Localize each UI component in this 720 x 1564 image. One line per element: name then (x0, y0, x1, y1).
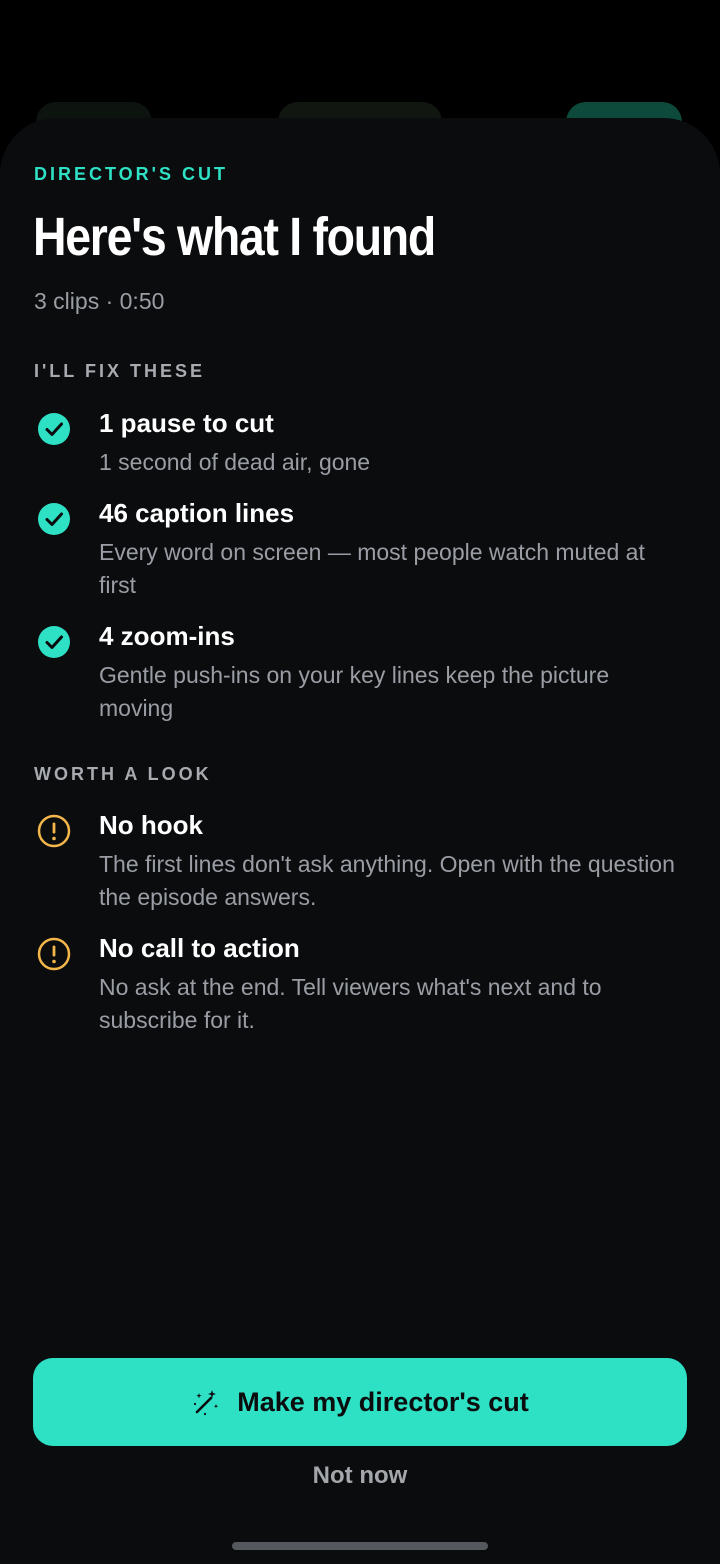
bottom-sheet: DIRECTOR'S CUT Here's what I found 3 cli… (0, 118, 720, 1564)
home-indicator (232, 1542, 488, 1550)
make-directors-cut-button[interactable]: Make my director's cut (33, 1358, 687, 1446)
page-title: Here's what I found (33, 207, 436, 267)
clip-summary: 3 clips · 0:50 (34, 288, 165, 314)
item-title: No call to action (99, 933, 300, 963)
item-title: No hook (99, 810, 203, 840)
section-label-look: WORTH A LOOK (34, 764, 212, 784)
item-description: The first lines don't ask anything. Open… (99, 851, 675, 910)
warning-circle-icon (37, 814, 71, 848)
warning-circle-icon (37, 937, 71, 971)
item-description: No ask at the end. Tell viewers what's n… (99, 974, 602, 1033)
eyebrow-label: DIRECTOR'S CUT (34, 164, 228, 184)
not-now-button[interactable]: Not now (0, 1462, 720, 1490)
check-circle-icon (38, 626, 70, 658)
button-label: Make my director's cut (237, 1386, 529, 1417)
check-circle-icon (38, 413, 70, 445)
item-description: Gentle push-ins on your key lines keep t… (99, 662, 610, 721)
item-title: 4 zoom-ins (99, 621, 235, 651)
item-description: Every word on screen — most people watch… (99, 539, 645, 598)
item-title: 46 caption lines (99, 498, 295, 528)
magic-wand-icon (194, 1390, 219, 1416)
section-label-fix: I'LL FIX THESE (34, 361, 205, 381)
item-description: 1 second of dead air, gone (99, 449, 371, 475)
item-title: 1 pause to cut (99, 408, 274, 438)
check-circle-icon (38, 503, 70, 535)
screen: DIRECTOR'S CUT Here's what I found 3 cli… (0, 0, 720, 1564)
